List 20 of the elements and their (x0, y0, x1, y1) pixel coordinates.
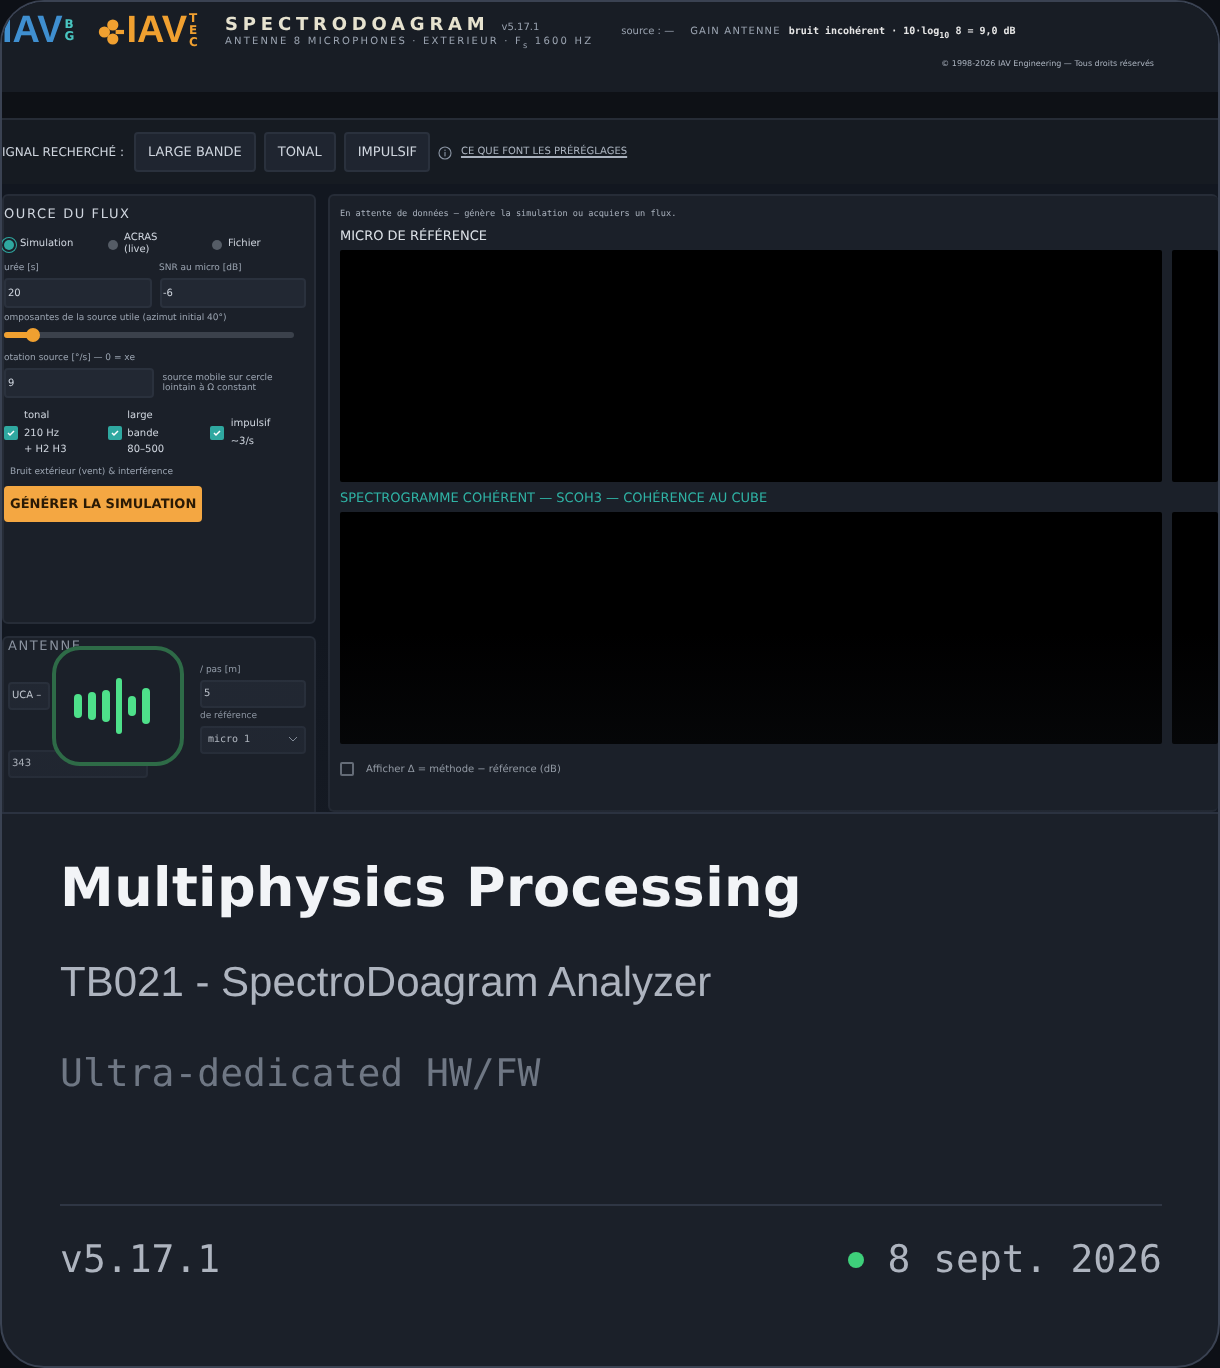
radio-button[interactable] (108, 239, 118, 249)
logo-text: IAV (2, 10, 63, 54)
logo-text: IAV (126, 10, 188, 54)
card-subtitle: TB021 - SpectroDoagram Analyzer (60, 960, 714, 1008)
checkbox[interactable] (107, 426, 122, 441)
checkbox[interactable] (340, 762, 354, 776)
release-date: 8 sept. 2026 (887, 1238, 1162, 1282)
slider-thumb[interactable] (26, 328, 40, 342)
checkbox[interactable] (210, 426, 225, 441)
app-name: SPECTRODOAGRAM (225, 15, 490, 35)
radio-button[interactable] (212, 239, 222, 249)
flower-logo-icon (96, 18, 125, 46)
version-text: v5.17.1 (60, 1238, 221, 1282)
status-dot (847, 1252, 864, 1268)
card-tagline: Ultra-dedicated HW/FW (60, 1052, 543, 1096)
card-title: Multiphysics Processing (60, 858, 804, 920)
info-icon (438, 145, 453, 159)
radio-button[interactable] (4, 239, 14, 249)
caret-icon (288, 736, 298, 742)
checkbox[interactable] (4, 426, 18, 441)
